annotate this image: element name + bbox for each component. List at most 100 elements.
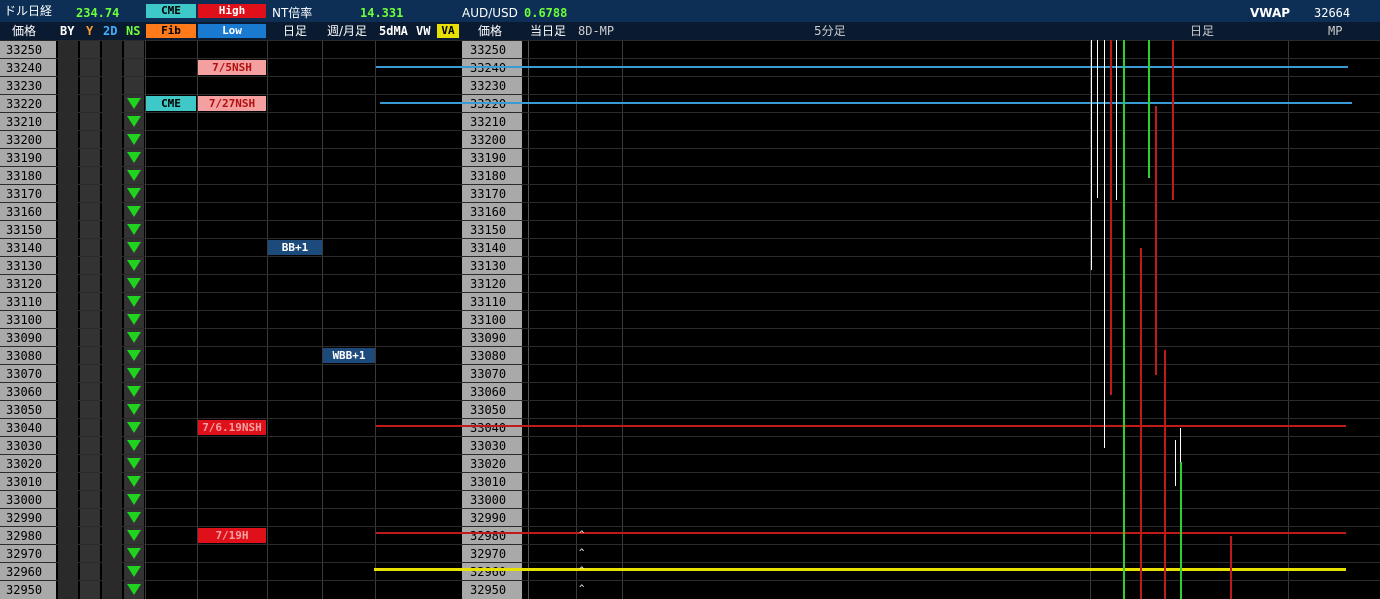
price-cell[interactable]: 33140 <box>6 241 42 255</box>
price-cell[interactable]: 33060 <box>6 385 42 399</box>
vwap-label: VWAP <box>1250 6 1291 20</box>
price-cell[interactable]: 33100 <box>6 313 42 327</box>
price-cell[interactable]: 33250 <box>6 43 42 57</box>
price-cell[interactable]: 33210 <box>6 115 42 129</box>
price-cell[interactable]: 33230 <box>6 79 42 93</box>
price-cell-2[interactable]: 33160 <box>470 205 506 219</box>
price-cell-2[interactable]: 33040 <box>470 421 506 435</box>
candle-red <box>1164 350 1166 599</box>
col-daily-bar: 日足 <box>1190 24 1215 38</box>
ladder-row <box>0 472 1380 490</box>
price-cell-2[interactable]: 33020 <box>470 457 506 471</box>
ns-down-arrow-icon <box>127 512 141 523</box>
price-cell[interactable]: 33040 <box>6 421 42 435</box>
wick-line <box>1175 440 1176 486</box>
price-cell-2[interactable]: 33210 <box>470 115 506 129</box>
ns-down-arrow-icon <box>127 458 141 469</box>
price-cell-2[interactable]: 33240 <box>470 61 506 75</box>
vwap-value: 32664 <box>1314 6 1351 20</box>
price-cell-2[interactable]: 33070 <box>470 367 506 381</box>
price-cell[interactable]: 33080 <box>6 349 42 363</box>
ns-down-arrow-icon <box>127 530 141 541</box>
price-cell[interactable]: 33170 <box>6 187 42 201</box>
price-cell[interactable]: 33120 <box>6 277 42 291</box>
col-daily: 日足 <box>283 24 308 38</box>
price-cell-2[interactable]: 33030 <box>470 439 506 453</box>
price-cell[interactable]: 33050 <box>6 403 42 417</box>
ladder-row <box>0 454 1380 472</box>
col-ns: NS <box>126 24 141 38</box>
col-today-bar: 当日足 <box>530 24 567 38</box>
price-cell-2[interactable]: 33220 <box>470 97 506 111</box>
price-cell[interactable]: 33200 <box>6 133 42 147</box>
nt-ratio-label: NT倍率 <box>272 6 313 20</box>
mp-tick-icon: ^ <box>579 548 585 558</box>
ns-down-arrow-icon <box>127 350 141 361</box>
price-cell-2[interactable]: 33120 <box>470 277 506 291</box>
low-toggle-button[interactable]: Low <box>198 24 266 38</box>
price-cell[interactable]: 33160 <box>6 205 42 219</box>
ns-down-arrow-icon <box>127 368 141 379</box>
price-cell[interactable]: 33150 <box>6 223 42 237</box>
ns-down-arrow-icon <box>127 242 141 253</box>
high-toggle-button[interactable]: High <box>198 4 266 18</box>
price-cell-2[interactable]: 33170 <box>470 187 506 201</box>
price-cell[interactable]: 33070 <box>6 367 42 381</box>
price-cell-2[interactable]: 33250 <box>470 43 506 57</box>
tag-cme-level: CME <box>146 96 196 111</box>
ns-down-arrow-icon <box>127 386 141 397</box>
price-cell-2[interactable]: 33090 <box>470 331 506 345</box>
price-cell-2[interactable]: 33140 <box>470 241 506 255</box>
price-cell[interactable]: 32950 <box>6 583 42 597</box>
candle-red <box>1155 106 1157 375</box>
price-cell[interactable]: 32980 <box>6 529 42 543</box>
cme-toggle-button[interactable]: CME <box>146 4 196 18</box>
price-cell[interactable]: 32960 <box>6 565 42 579</box>
price-cell-2[interactable]: 32950 <box>470 583 506 597</box>
price-cell-2[interactable]: 33230 <box>470 79 506 93</box>
price-cell[interactable]: 33180 <box>6 169 42 183</box>
ladder-row <box>0 508 1380 526</box>
price-cell[interactable]: 33220 <box>6 97 42 111</box>
price-cell[interactable]: 33190 <box>6 151 42 165</box>
price-cell-2[interactable]: 33010 <box>470 475 506 489</box>
price-cell-2[interactable]: 33110 <box>470 295 506 309</box>
col-8d-mp: 8D-MP <box>578 24 615 38</box>
price-cell-2[interactable]: 33060 <box>470 385 506 399</box>
price-cell-2[interactable]: 33050 <box>470 403 506 417</box>
price-cell-2[interactable]: 33150 <box>470 223 506 237</box>
ns-down-arrow-icon <box>127 314 141 325</box>
va-toggle-button[interactable]: VA <box>437 24 459 38</box>
price-cell[interactable]: 32970 <box>6 547 42 561</box>
price-cell-2[interactable]: 33180 <box>470 169 506 183</box>
price-cell-2[interactable]: 32970 <box>470 547 506 561</box>
price-cell-2[interactable]: 33080 <box>470 349 506 363</box>
price-cell[interactable]: 33240 <box>6 61 42 75</box>
candle-green <box>1148 40 1150 178</box>
price-cell[interactable]: 32990 <box>6 511 42 525</box>
price-cell[interactable]: 33000 <box>6 493 42 507</box>
price-cell-2[interactable]: 33200 <box>470 133 506 147</box>
column-header-bar: 価格 BY Y 2D NS Fib Low 日足 週/月足 5dMA VW VA… <box>0 22 1380 40</box>
price-cell[interactable]: 33020 <box>6 457 42 471</box>
candle-red <box>1230 536 1232 599</box>
price-cell-2[interactable]: 33100 <box>470 313 506 327</box>
ladder-row <box>0 346 1380 364</box>
wick-line <box>1091 40 1092 270</box>
ladder-row <box>0 274 1380 292</box>
price-cell[interactable]: 33130 <box>6 259 42 273</box>
price-cell-2[interactable]: 33000 <box>470 493 506 507</box>
candle-red <box>1110 40 1112 395</box>
fib-toggle-button[interactable]: Fib <box>146 24 196 38</box>
price-cell[interactable]: 33090 <box>6 331 42 345</box>
price-cell-2[interactable]: 33130 <box>470 259 506 273</box>
price-cell-2[interactable]: 32990 <box>470 511 506 525</box>
price-cell[interactable]: 33010 <box>6 475 42 489</box>
price-cell[interactable]: 33110 <box>6 295 42 309</box>
col-vw: VW <box>416 24 431 38</box>
price-cell-2[interactable]: 33190 <box>470 151 506 165</box>
candle-green <box>1123 40 1125 599</box>
mp-tick-icon: ^ <box>579 584 585 594</box>
price-cell[interactable]: 33030 <box>6 439 42 453</box>
col-5dma: 5dMA <box>379 24 408 38</box>
